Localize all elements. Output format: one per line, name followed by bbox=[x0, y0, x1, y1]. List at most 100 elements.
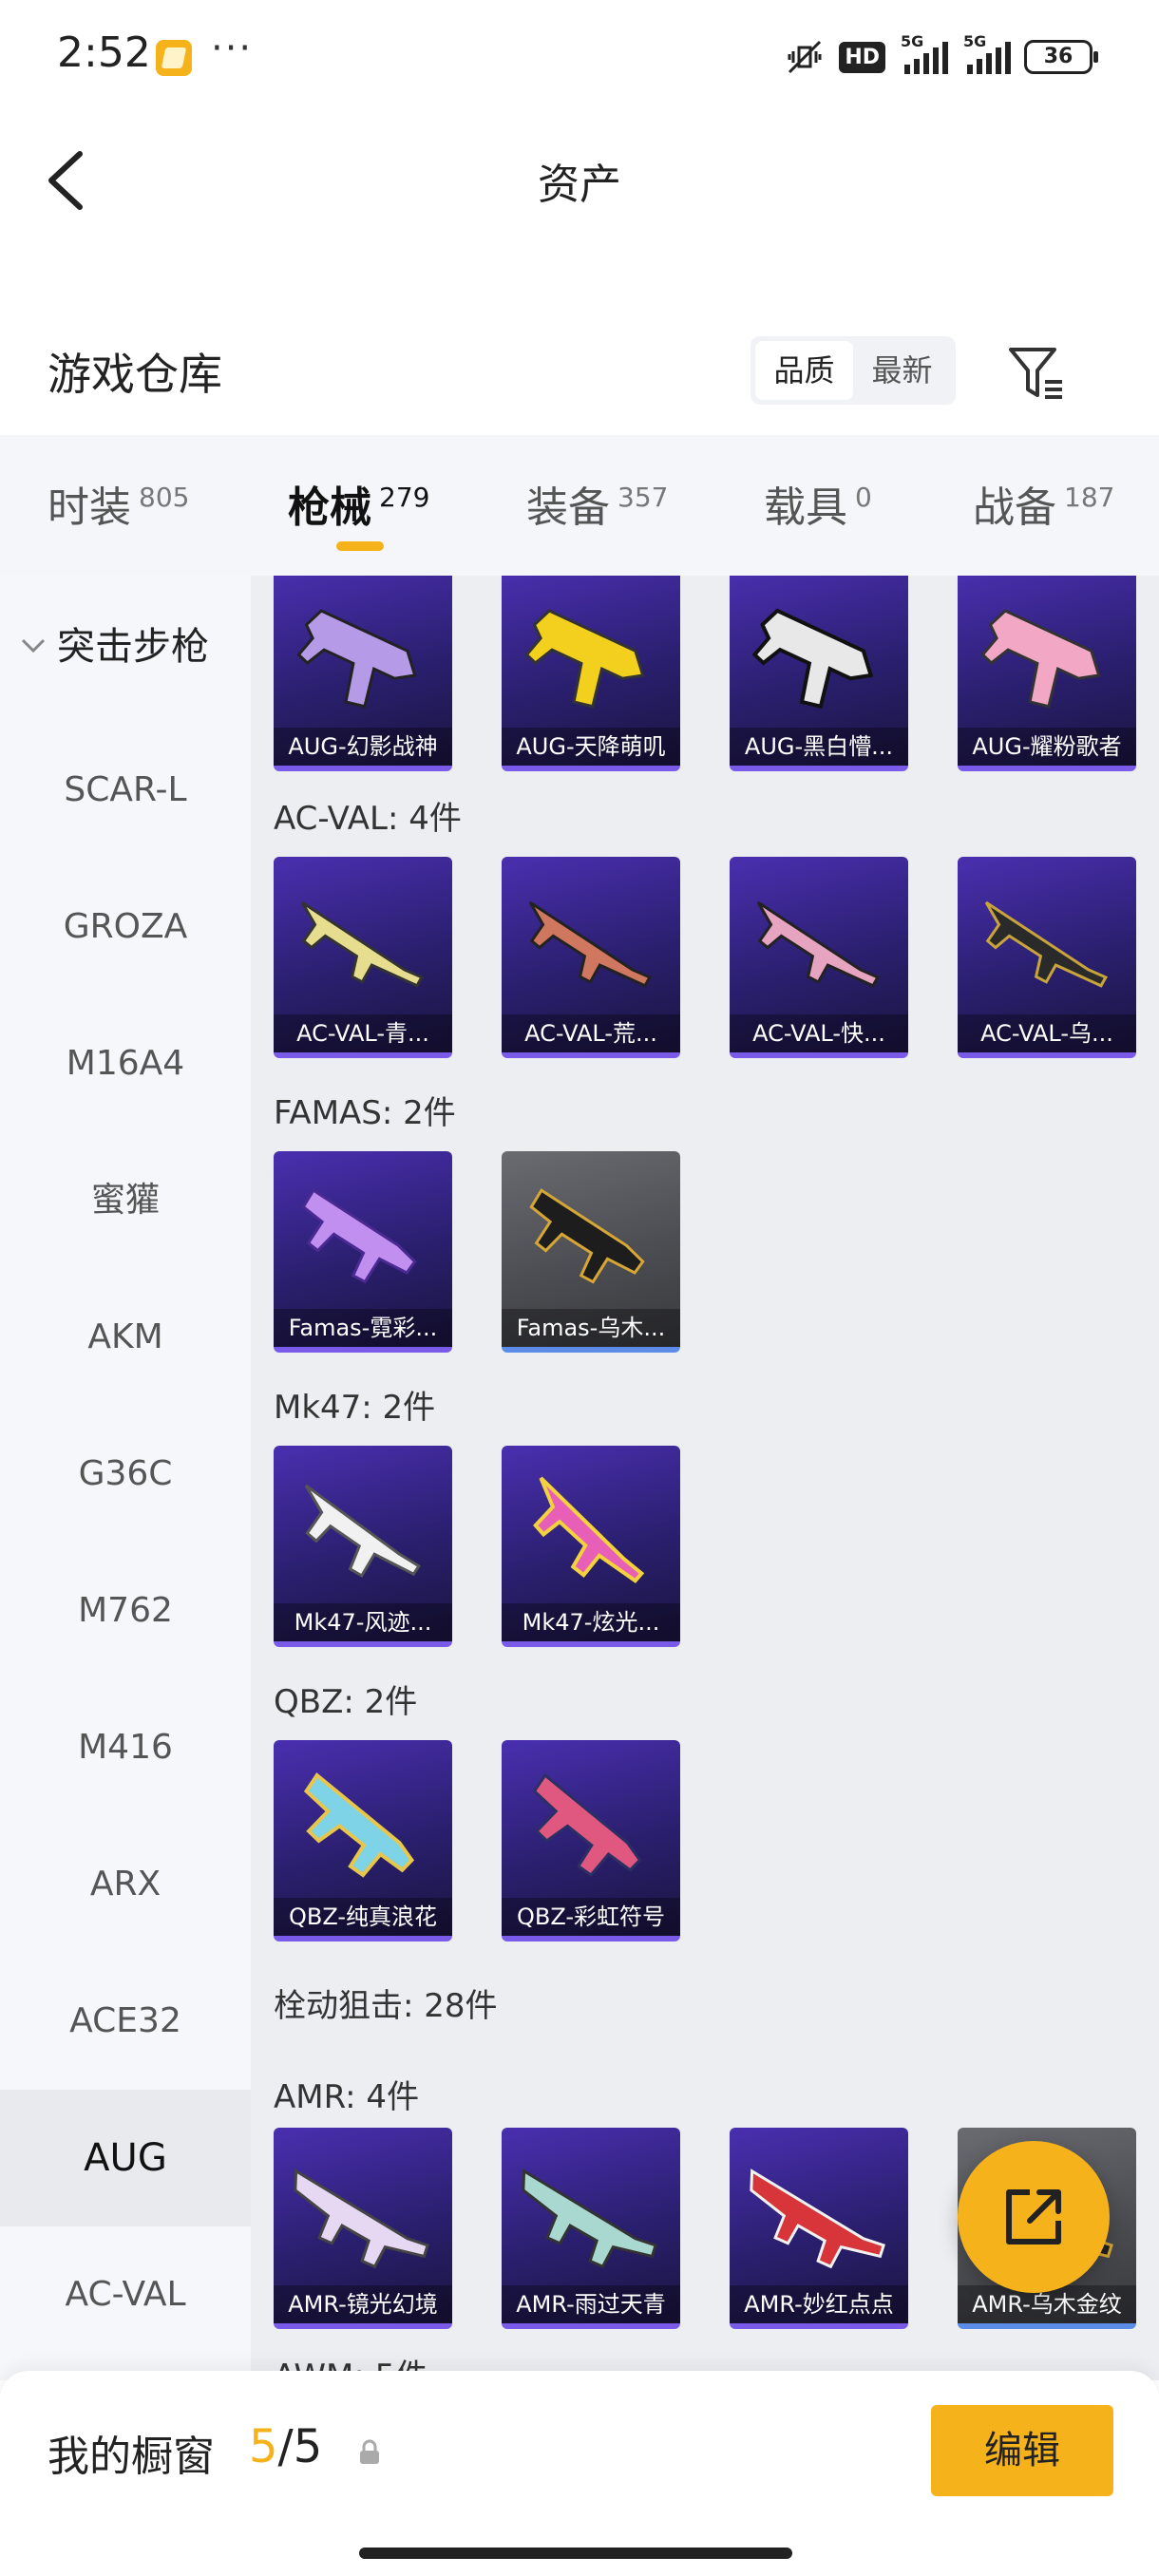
vibrate-mute-icon bbox=[788, 40, 822, 74]
sidebar-item-g36c[interactable]: G36C bbox=[0, 1406, 251, 1543]
skin-name: AUG-幻影战神 bbox=[274, 728, 452, 766]
sidebar-item-honey-badger[interactable]: 蜜獾 bbox=[0, 1132, 251, 1269]
sidebar-item-scar-l[interactable]: SCAR-L bbox=[0, 722, 251, 859]
tab-count: 0 bbox=[855, 482, 872, 514]
gun-image bbox=[304, 1484, 422, 1578]
skin-card[interactable]: AMR-雨过天青 bbox=[502, 2128, 680, 2329]
gun-image bbox=[984, 900, 1109, 988]
skin-name: Famas-霓彩... bbox=[274, 1309, 452, 1347]
gun-image bbox=[303, 1772, 415, 1878]
sort-toggle: 品质 最新 bbox=[750, 336, 956, 405]
tab-fashion[interactable]: 时装 805 bbox=[48, 473, 189, 534]
chevron-down-icon bbox=[21, 638, 46, 653]
skin-name: QBZ-彩虹符号 bbox=[502, 1898, 680, 1936]
section-title: AC-VAL: 4件 bbox=[274, 800, 462, 838]
page-title: 资产 bbox=[538, 161, 621, 209]
sidebar-item-aug[interactable]: AUG bbox=[0, 2090, 251, 2226]
gun-image bbox=[750, 2169, 885, 2269]
skin-name: AC-VAL-荒... bbox=[502, 1014, 680, 1052]
section-title: QBZ: 2件 bbox=[274, 1683, 418, 1721]
skin-name: AC-VAL-青... bbox=[274, 1014, 452, 1052]
section-title: FAMAS: 2件 bbox=[274, 1094, 456, 1132]
gun-image bbox=[980, 609, 1101, 709]
sidebar-item-m416[interactable]: M416 bbox=[0, 1679, 251, 1816]
tab-label: 枪械 bbox=[288, 483, 371, 532]
system-icons: HD 5G 5G 36 bbox=[784, 32, 1098, 78]
skin-name: Mk47-炫光... bbox=[502, 1603, 680, 1641]
tab-label: 装备 bbox=[526, 483, 610, 532]
gun-image bbox=[756, 900, 881, 988]
gun-image bbox=[296, 609, 417, 709]
gun-image bbox=[529, 1188, 645, 1284]
skin-name: AC-VAL-快... bbox=[730, 1014, 908, 1052]
sidebar-item-ace32[interactable]: ACE32 bbox=[0, 1953, 251, 2090]
sidebar-item-m762[interactable]: M762 bbox=[0, 1543, 251, 1679]
notes-app-icon bbox=[156, 40, 192, 76]
nav-bar: 资产 bbox=[0, 133, 1159, 228]
skin-card[interactable]: Famas-乌木... bbox=[502, 1151, 680, 1353]
showcase-bar: 我的橱窗 5/5 编辑 bbox=[0, 2371, 1159, 2576]
skin-card[interactable]: AMR-妙红点点 bbox=[730, 2128, 908, 2329]
tab-guns[interactable]: 枪械 279 bbox=[288, 473, 429, 534]
warehouse-header: 游戏仓库 品质 最新 bbox=[0, 323, 1159, 427]
skin-name: AMR-妙红点点 bbox=[730, 2285, 908, 2323]
skin-card[interactable]: AC-VAL-荒... bbox=[502, 857, 680, 1058]
skin-name: AC-VAL-乌... bbox=[958, 1014, 1136, 1052]
hd-icon: HD bbox=[839, 41, 885, 73]
showcase-title: 我的橱窗 bbox=[48, 2433, 215, 2481]
status-bar: 2:52 ··· HD 5G 5G 36 bbox=[0, 0, 1159, 114]
weapon-sidebar: 突击步枪 SCAR-L GROZA M16A4 蜜獾 AKM G36C M762… bbox=[0, 576, 251, 2380]
tab-supplies[interactable]: 战备 187 bbox=[973, 473, 1114, 534]
filter-icon[interactable] bbox=[1003, 340, 1070, 407]
skin-card[interactable]: Famas-霓彩... bbox=[274, 1151, 452, 1353]
skin-card[interactable]: AUG-黑白懵... bbox=[730, 576, 908, 771]
skin-card[interactable]: AUG-耀粉歌者 bbox=[958, 576, 1136, 771]
skin-name: Mk47-风迹... bbox=[274, 1603, 452, 1641]
skin-card[interactable]: AUG-幻影战神 bbox=[274, 576, 452, 771]
sidebar-item-arx[interactable]: ARX bbox=[0, 1816, 251, 1953]
gun-image bbox=[301, 1188, 417, 1284]
share-fab-button[interactable] bbox=[958, 2141, 1110, 2293]
sort-newest-button[interactable]: 最新 bbox=[853, 341, 951, 400]
gun-image bbox=[532, 1772, 642, 1878]
skin-card[interactable]: QBZ-彩虹符号 bbox=[502, 1740, 680, 1941]
signal-icon-1: 5G bbox=[899, 32, 948, 74]
section-title: AMR: 4件 bbox=[274, 2078, 420, 2116]
showcase-count-total: /5 bbox=[277, 2420, 323, 2473]
edit-button[interactable]: 编辑 bbox=[931, 2405, 1113, 2496]
sidebar-item-m16a4[interactable]: M16A4 bbox=[0, 995, 251, 1132]
signal-icon-2: 5G bbox=[961, 32, 1011, 74]
gun-image bbox=[751, 608, 874, 710]
skin-card[interactable]: QBZ-纯真浪花 bbox=[274, 1740, 452, 1941]
skin-card[interactable]: AMR-镜光幻境 bbox=[274, 2128, 452, 2329]
sidebar-group-label: 突击步枪 bbox=[57, 625, 209, 669]
skin-card[interactable]: AC-VAL-乌... bbox=[958, 857, 1136, 1058]
sort-quality-button[interactable]: 品质 bbox=[755, 341, 853, 400]
weapon-list: AUG-幻影战神 AUG-天降萌叽 AUG-黑白懵... AUG-耀粉歌者 AC… bbox=[251, 576, 1159, 2380]
battery-icon: 36 bbox=[1024, 40, 1098, 74]
skin-name: AMR-镜光幻境 bbox=[274, 2285, 452, 2323]
skin-card[interactable]: AC-VAL-青... bbox=[274, 857, 452, 1058]
tab-equipment[interactable]: 装备 357 bbox=[526, 473, 668, 534]
gun-image bbox=[528, 900, 653, 988]
home-indicator[interactable] bbox=[359, 2548, 792, 2559]
tab-vehicles[interactable]: 载具 0 bbox=[764, 473, 872, 534]
skin-card[interactable]: AC-VAL-快... bbox=[730, 857, 908, 1058]
skin-name: QBZ-纯真浪花 bbox=[274, 1898, 452, 1936]
skin-card[interactable]: AUG-天降萌叽 bbox=[502, 576, 680, 771]
status-time: 2:52 bbox=[57, 28, 151, 77]
lock-icon bbox=[360, 2439, 379, 2464]
sidebar-group-assault-rifles[interactable]: 突击步枪 bbox=[0, 576, 251, 709]
skin-card[interactable]: Mk47-炫光... bbox=[502, 1446, 680, 1647]
category-tabs: 时装 805 枪械 279 装备 357 载具 0 战备 187 bbox=[0, 435, 1159, 576]
assets-screen: 2:52 ··· HD 5G 5G 36 资产 游戏仓库 品质 最新 时装 80… bbox=[0, 0, 1159, 2576]
sidebar-item-groza[interactable]: GROZA bbox=[0, 859, 251, 995]
skin-card[interactable]: Mk47-风迹... bbox=[274, 1446, 452, 1647]
sidebar-item-akm[interactable]: AKM bbox=[0, 1269, 251, 1406]
sidebar-item-ac-val[interactable]: AC-VAL bbox=[0, 2226, 251, 2363]
gun-image bbox=[533, 1476, 645, 1583]
showcase-count: 5/5 bbox=[249, 2420, 322, 2473]
skin-name: AMR-雨过天青 bbox=[502, 2285, 680, 2323]
skin-name: AUG-天降萌叽 bbox=[502, 728, 680, 766]
gun-image bbox=[300, 900, 425, 988]
